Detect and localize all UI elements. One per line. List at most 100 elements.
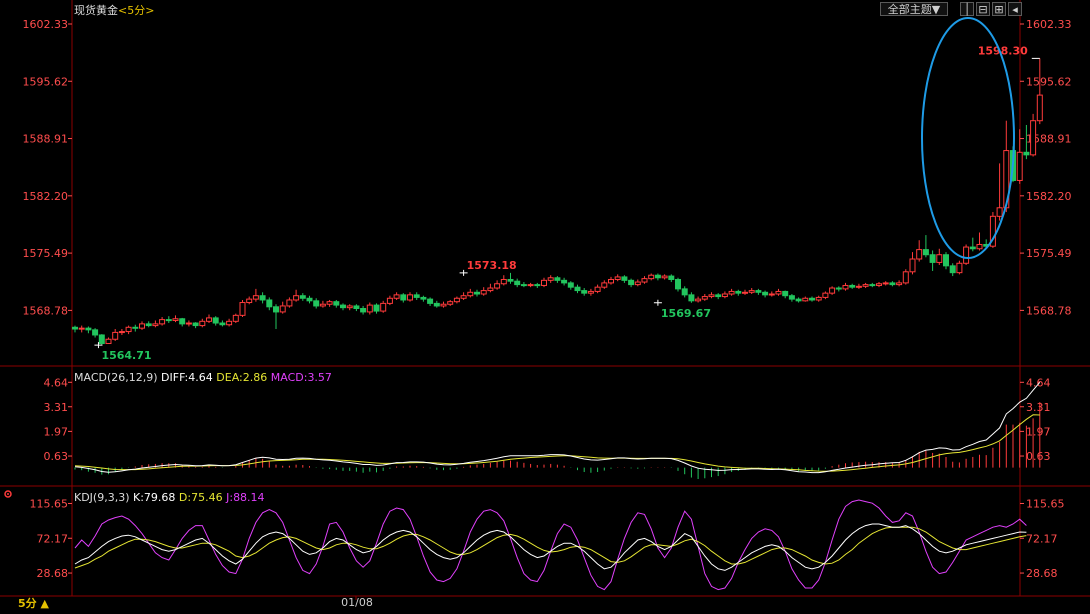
candle — [273, 306, 279, 313]
candle — [413, 294, 420, 298]
candle — [842, 284, 849, 290]
candle — [393, 294, 400, 299]
candle — [266, 299, 273, 308]
y-tick-label-left: 1602.33 — [23, 18, 69, 31]
candle — [909, 258, 916, 273]
candle — [742, 291, 748, 294]
candle — [641, 278, 648, 283]
vertical-line-icon[interactable]: │ — [960, 2, 974, 16]
candle — [762, 291, 769, 296]
candle — [889, 282, 896, 286]
period-label: <5分> — [118, 4, 154, 17]
legend-part: 75.46 — [191, 491, 226, 504]
theme-select-button[interactable]: 全部主题▼ — [880, 2, 948, 16]
candle — [487, 287, 494, 292]
candle — [755, 290, 762, 293]
legend-part: MACD: — [271, 371, 308, 384]
candle — [541, 279, 547, 286]
candle — [460, 295, 467, 299]
candle — [185, 322, 192, 325]
zoom-in-icon[interactable]: ⊞ — [992, 2, 1006, 16]
candle — [882, 282, 889, 285]
y-tick-label-right: 1602.33 — [1026, 18, 1072, 31]
legend-part: MACD(26,12,9) — [74, 371, 161, 384]
candle — [701, 296, 708, 300]
macd-y-tick-left: 0.63 — [44, 450, 69, 463]
highlight-ellipse — [921, 17, 1015, 259]
candle — [353, 305, 360, 310]
candle — [259, 295, 266, 301]
candle — [159, 319, 166, 325]
chart-area: 1602.33 1602.33 1595.62 1595.62 1588.91 1588.… — [0, 0, 1090, 610]
candle — [661, 275, 668, 279]
candle — [862, 284, 869, 287]
candle — [366, 304, 373, 313]
y-tick-label-left: 1568.78 — [23, 304, 69, 317]
candle — [132, 326, 139, 329]
candle — [527, 284, 534, 287]
candle — [306, 297, 313, 302]
candle — [943, 254, 949, 267]
back-icon[interactable]: ◂ — [1008, 2, 1022, 16]
candle — [125, 326, 132, 333]
candle — [1030, 120, 1037, 156]
y-tick-label-right: 1568.78 — [1026, 304, 1072, 317]
candle — [976, 243, 983, 250]
kdj-y-tick-right: 115.65 — [1026, 497, 1065, 510]
y-tick-label-left: 1595.62 — [23, 75, 69, 88]
candle — [688, 294, 695, 302]
candle — [232, 314, 239, 322]
candle — [822, 292, 829, 298]
candle — [929, 254, 936, 263]
candle — [621, 276, 628, 281]
candle — [634, 281, 641, 286]
candle — [614, 276, 621, 280]
macd-legend: MACD(26,12,9) DIFF:4.64 DEA:2.86 MACD:3.… — [74, 371, 332, 384]
candle — [105, 338, 112, 345]
legend-part: K: — [133, 491, 144, 504]
candle — [561, 279, 568, 284]
candle — [219, 322, 226, 326]
candle — [681, 288, 688, 296]
candle — [768, 293, 775, 296]
kdj-legend: KDJ(9,3,3) K:79.68 D:75.46 J:88.14 — [74, 491, 265, 504]
kdj-y-tick-left: 115.65 — [30, 497, 69, 510]
candle — [199, 320, 206, 327]
candle — [192, 322, 199, 327]
candle — [936, 254, 943, 263]
candle — [319, 303, 326, 307]
candle — [554, 277, 561, 281]
candle — [534, 284, 541, 287]
candle — [855, 285, 862, 288]
candle — [628, 279, 635, 286]
k-line — [74, 523, 1027, 571]
extreme-label-low: 1564.71 — [101, 349, 151, 362]
candle — [802, 297, 809, 302]
candle — [1016, 151, 1023, 181]
macd-y-tick-right: 1.97 — [1026, 425, 1051, 438]
candle — [427, 298, 434, 304]
candle — [340, 304, 346, 309]
candle — [788, 295, 795, 300]
period-selector[interactable]: 5分 ▲ — [18, 596, 49, 610]
candle — [453, 297, 460, 303]
candle — [139, 323, 145, 329]
candle — [1036, 94, 1043, 122]
y-tick-label-right: 1575.49 — [1026, 247, 1072, 260]
candle — [648, 274, 655, 280]
macd-y-tick-left: 4.64 — [44, 376, 69, 389]
candle — [286, 299, 293, 307]
j-line — [74, 499, 1027, 591]
legend-part: D: — [179, 491, 191, 504]
candle — [668, 275, 675, 280]
settings-icon-dot — [7, 493, 9, 495]
candle — [869, 284, 876, 287]
candle — [165, 319, 172, 322]
kdj-y-tick-right: 72.17 — [1026, 532, 1058, 545]
macd-y-tick-left: 3.31 — [44, 401, 69, 414]
candle — [474, 291, 480, 295]
zoom-out-icon[interactable]: ⊟ — [976, 2, 990, 16]
candle — [675, 278, 681, 290]
candle — [500, 278, 507, 285]
x-tick-label: 01/08 — [341, 596, 373, 609]
